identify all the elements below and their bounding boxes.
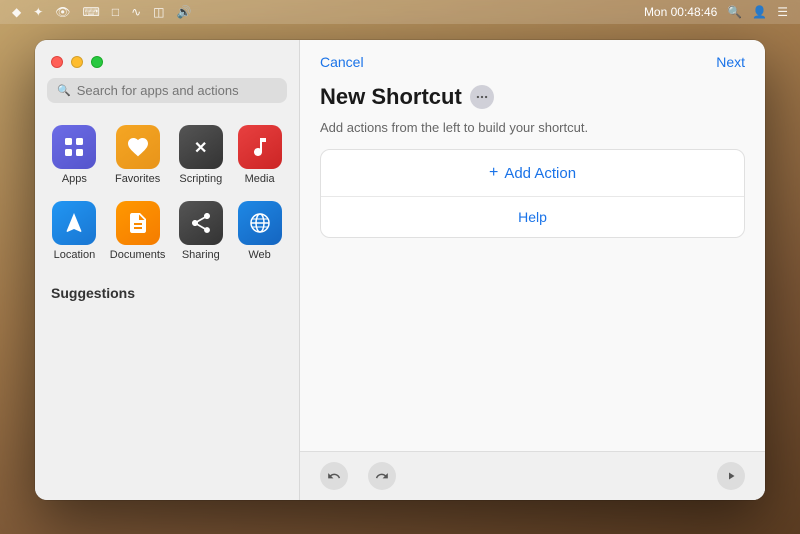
favorites-icon [116,125,160,169]
add-action-button[interactable]: + Add Action [321,150,744,197]
menubar-left: ◆ ✦ 👁 ⌨ □ ∿ ◫ 🔊 [12,5,191,19]
category-web[interactable]: Web [232,195,287,267]
sharing-icon [179,201,223,245]
scripting-icon: ✕ [179,125,223,169]
next-button[interactable]: Next [716,54,745,70]
media-icon [238,125,282,169]
redo-button[interactable] [368,462,396,490]
help-button[interactable]: Help [321,197,744,237]
cancel-button[interactable]: Cancel [320,54,364,70]
top-bar: Cancel Next [300,40,765,80]
documents-icon [116,201,160,245]
shortcut-title: New Shortcut [320,84,462,110]
category-location[interactable]: Location [47,195,102,267]
close-button[interactable] [51,56,63,68]
category-apps[interactable]: Apps [47,119,102,191]
dropbox-icon: ✦ [33,5,43,19]
bottom-controls [320,462,396,490]
action-area: + Add Action Help [320,149,745,238]
search-icon[interactable]: 🔍 [727,5,742,19]
scripting-label: Scripting [179,173,222,185]
wifi-icon: ∿ [131,5,141,19]
add-action-label: Add Action [504,165,576,182]
traffic-lights [35,40,299,78]
eye-icon: 👁 [55,5,70,19]
user-icon[interactable]: 👤 [752,5,767,19]
search-input[interactable] [77,83,277,98]
apps-label: Apps [62,173,87,185]
title-bar: New Shortcut [300,80,765,116]
web-label: Web [248,249,270,261]
category-favorites[interactable]: Favorites [106,119,170,191]
category-grid: Apps Favorites ✕ Scripting [35,113,299,273]
subtitle: Add actions from the left to build your … [300,116,765,149]
favorites-label: Favorites [115,173,160,185]
location-label: Location [54,249,96,261]
shortcuts-window: 🔍 Apps [35,40,765,500]
menubar: ◆ ✦ 👁 ⌨ □ ∿ ◫ 🔊 Mon 00:48:46 🔍 👤 ☰ [0,0,800,24]
apple-icon: ◆ [12,5,21,19]
category-scripting[interactable]: ✕ Scripting [173,119,228,191]
suggestions-label: Suggestions [51,285,135,301]
play-button[interactable] [717,462,745,490]
location-icon [52,201,96,245]
category-documents[interactable]: Documents [106,195,170,267]
keyboard-icon: ⌨ [83,5,100,19]
cast-icon: ◫ [153,5,164,19]
apps-icon [52,125,96,169]
category-media[interactable]: Media [232,119,287,191]
svg-text:✕: ✕ [194,140,207,157]
plus-icon: + [489,164,498,182]
search-icon: 🔍 [57,84,71,97]
search-bar[interactable]: 🔍 [47,78,287,103]
square-icon: □ [112,5,119,19]
documents-label: Documents [110,249,166,261]
web-icon [238,201,282,245]
menubar-right: Mon 00:48:46 🔍 👤 ☰ [644,5,788,19]
media-label: Media [245,173,275,185]
more-button[interactable] [470,85,494,109]
sidebar: 🔍 Apps [35,40,300,500]
main-content: Cancel Next New Shortcut Add actions fro… [300,40,765,500]
menubar-time: Mon 00:48:46 [644,5,717,19]
minimize-button[interactable] [71,56,83,68]
category-sharing[interactable]: Sharing [173,195,228,267]
sharing-label: Sharing [182,249,220,261]
bottom-bar [300,451,765,500]
undo-button[interactable] [320,462,348,490]
volume-icon: 🔊 [177,5,192,19]
maximize-button[interactable] [91,56,103,68]
menu-icon[interactable]: ☰ [777,5,788,19]
suggestions-header: Suggestions [35,273,299,307]
